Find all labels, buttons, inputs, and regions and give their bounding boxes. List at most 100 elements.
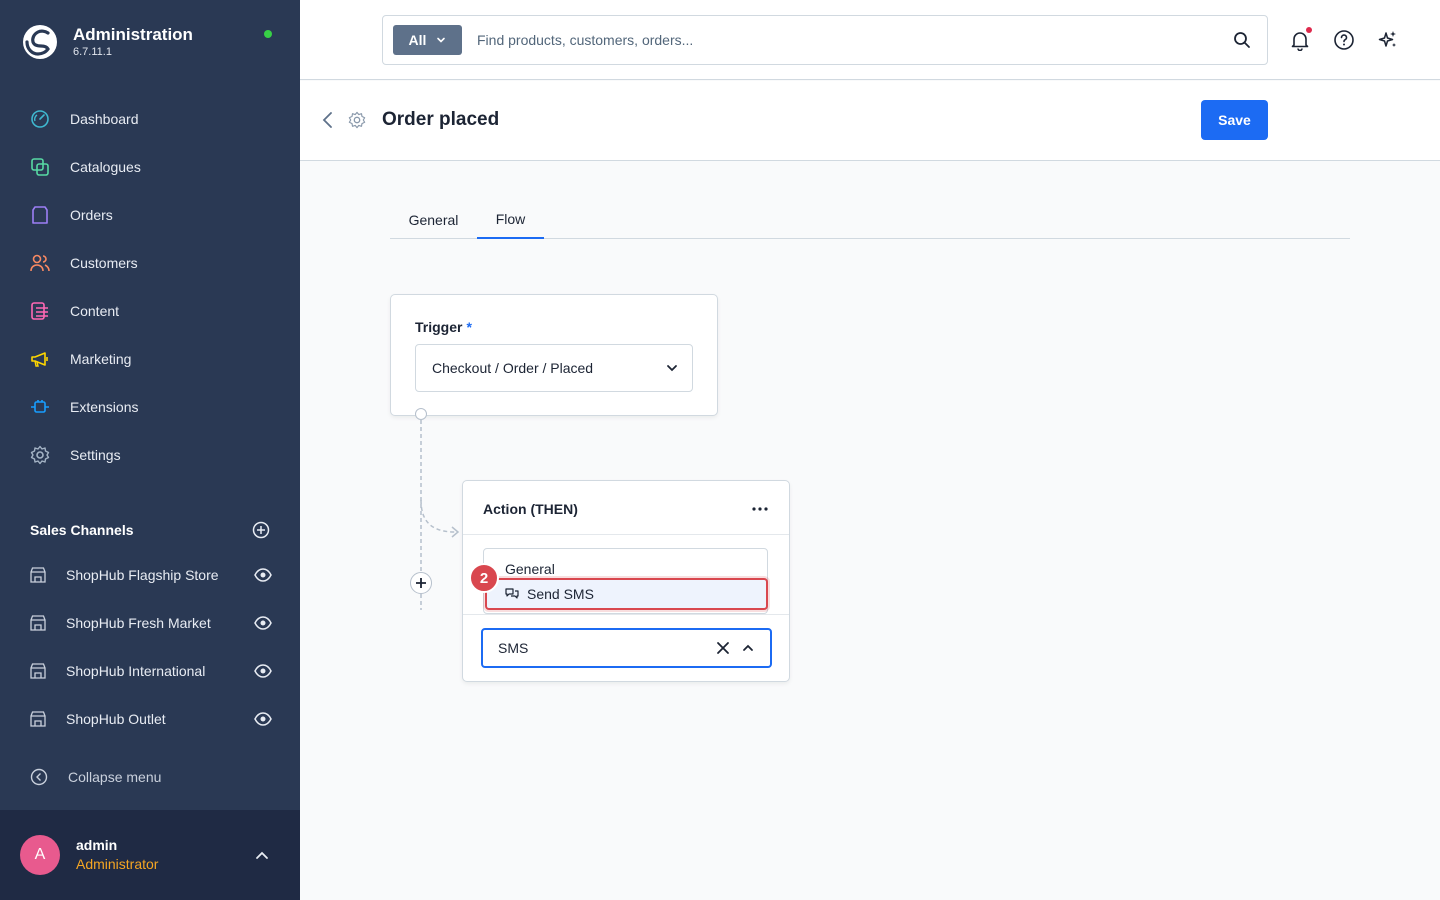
shopware-logo-icon: [23, 25, 57, 59]
main-nav: Dashboard Catalogues Orders Customers Co…: [0, 95, 300, 479]
chevron-down-icon: [667, 365, 677, 372]
sales-channels-title: Sales Channels: [30, 522, 134, 538]
sales-channel-label: ShopHub International: [66, 663, 206, 679]
customers-icon: [30, 253, 50, 273]
sidebar-item-label: Marketing: [70, 351, 132, 367]
sidebar-item-label: Orders: [70, 207, 113, 223]
app-version: 6.7.11.1: [73, 46, 112, 58]
settings-gear-icon: [30, 445, 50, 465]
sidebar-item-label: Customers: [70, 255, 138, 271]
notification-badge: [1306, 27, 1312, 33]
trigger-label: Trigger *: [415, 319, 472, 335]
step-badge: 2: [469, 563, 499, 593]
sidebar-item-settings[interactable]: Settings: [0, 431, 300, 479]
add-sequence-button[interactable]: [410, 572, 432, 594]
required-marker: *: [466, 319, 472, 335]
plus-icon: [416, 578, 426, 588]
chevron-up-icon[interactable]: [254, 848, 270, 864]
chevron-up-icon[interactable]: [742, 642, 754, 654]
sales-channel-item[interactable]: ShopHub International: [0, 647, 300, 695]
action-card-header: Action (THEN): [463, 481, 789, 535]
action-search-input[interactable]: [498, 640, 716, 656]
sales-channel-list: ShopHub Flagship Store ShopHub Fresh Mar…: [0, 551, 300, 743]
tab-general[interactable]: General: [390, 200, 477, 239]
user-menu: A admin Administrator: [0, 810, 300, 900]
brand: Administration 6.7.11.1: [22, 22, 193, 62]
sidebar-item-label: Dashboard: [70, 111, 139, 127]
chat-bubbles-icon: [505, 588, 519, 599]
trigger-label-text: Trigger: [415, 319, 463, 335]
online-status-dot: [264, 30, 272, 38]
option-label: Send SMS: [527, 586, 594, 602]
divider: [463, 614, 789, 615]
search-input[interactable]: [477, 25, 1232, 55]
trigger-select[interactable]: Checkout / Order / Placed: [415, 344, 693, 392]
search-type-dropdown[interactable]: All: [393, 25, 462, 55]
sales-channel-item[interactable]: ShopHub Fresh Market: [0, 599, 300, 647]
sidebar-item-label: Catalogues: [70, 159, 141, 175]
search-icon[interactable]: [1232, 30, 1252, 50]
search-type-label: All: [408, 32, 427, 48]
eye-icon[interactable]: [254, 566, 272, 584]
sales-channels-header: Sales Channels: [30, 518, 270, 542]
app-title: Administration: [73, 25, 193, 44]
page-title: Order placed: [382, 109, 500, 130]
trigger-output-node: [415, 408, 427, 420]
tab-bar: General Flow: [390, 200, 1350, 239]
dashboard-icon: [30, 109, 50, 129]
action-title: Action (THEN): [483, 501, 578, 517]
page-header: Order placed Save: [300, 81, 1440, 161]
close-icon[interactable]: [716, 641, 730, 655]
sidebar-item-marketing[interactable]: Marketing: [0, 335, 300, 383]
sidebar: Administration 6.7.11.1 Dashboard Catalo…: [0, 0, 300, 900]
sidebar-item-orders[interactable]: Orders: [0, 191, 300, 239]
save-button[interactable]: Save: [1201, 100, 1268, 140]
sidebar-item-dashboard[interactable]: Dashboard: [0, 95, 300, 143]
storefront-icon: [30, 567, 46, 583]
sidebar-item-extensions[interactable]: Extensions: [0, 383, 300, 431]
back-chevron-icon[interactable]: [320, 111, 336, 129]
eye-icon[interactable]: [254, 614, 272, 632]
sidebar-item-customers[interactable]: Customers: [0, 239, 300, 287]
ai-sparkle-icon[interactable]: [1377, 29, 1399, 51]
top-bar: All: [300, 0, 1440, 80]
user-role: Administrator: [76, 856, 159, 872]
sales-channel-label: ShopHub Fresh Market: [66, 615, 211, 631]
eye-icon[interactable]: [254, 710, 272, 728]
help-icon[interactable]: [1333, 29, 1355, 51]
sidebar-item-label: Content: [70, 303, 120, 319]
catalogue-icon: [30, 157, 50, 177]
send-sms-option[interactable]: Send SMS: [485, 578, 768, 610]
sales-channel-label: ShopHub Outlet: [66, 711, 166, 727]
orders-bag-icon: [30, 205, 50, 225]
sales-channel-item[interactable]: ShopHub Outlet: [0, 695, 300, 743]
sidebar-item-catalogues[interactable]: Catalogues: [0, 143, 300, 191]
sidebar-item-content[interactable]: Content: [0, 287, 300, 335]
extensions-plug-icon: [30, 397, 50, 417]
collapse-menu-label: Collapse menu: [68, 769, 162, 785]
action-search-select[interactable]: [481, 628, 772, 668]
collapse-menu-button[interactable]: Collapse menu: [30, 765, 161, 789]
storefront-icon: [30, 663, 46, 679]
settings-gear-icon: [348, 111, 366, 129]
sales-channel-label: ShopHub Flagship Store: [66, 567, 219, 583]
storefront-icon: [30, 711, 46, 727]
global-search: All: [382, 15, 1268, 65]
tab-flow[interactable]: Flow: [477, 200, 544, 239]
collapse-chevron-icon: [30, 768, 48, 786]
eye-icon[interactable]: [254, 662, 272, 680]
dropdown-group-label: General: [505, 561, 555, 577]
marketing-megaphone-icon: [30, 349, 50, 369]
avatar[interactable]: A: [20, 835, 60, 875]
storefront-icon: [30, 615, 46, 631]
sales-channel-item[interactable]: ShopHub Flagship Store: [0, 551, 300, 599]
sidebar-item-label: Extensions: [70, 399, 139, 415]
sidebar-item-label: Settings: [70, 447, 121, 463]
trigger-card: Trigger * Checkout / Order / Placed: [390, 294, 718, 416]
user-name: admin: [76, 837, 118, 853]
content-icon: [30, 301, 50, 321]
add-sales-channel-icon[interactable]: [252, 521, 270, 539]
more-options-icon[interactable]: [751, 501, 769, 517]
trigger-select-value: Checkout / Order / Placed: [432, 360, 594, 376]
chevron-down-icon: [437, 37, 446, 43]
